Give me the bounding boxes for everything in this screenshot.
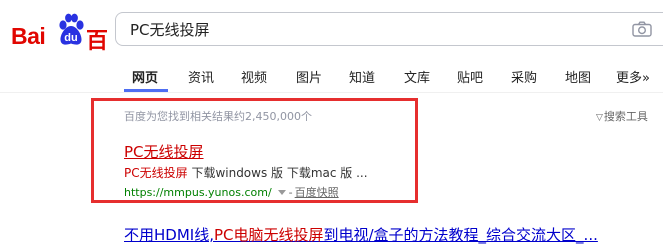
search-input[interactable]: [130, 17, 610, 41]
tab-map[interactable]: 地图: [565, 67, 591, 86]
result-url-row: https://mmpus.yunos.com/ - 百度快照: [124, 184, 339, 200]
tab-tieba[interactable]: 贴吧: [457, 67, 483, 86]
url-dropdown-icon[interactable]: [277, 190, 286, 195]
title-highlight: PC电脑无线投屏: [213, 226, 324, 244]
tab-video[interactable]: 视频: [241, 67, 267, 86]
title-part-2: 到电视/盒子的方法教程_综合交流大区_...: [323, 226, 598, 244]
camera-icon[interactable]: [632, 21, 652, 37]
result-url[interactable]: https://mmpus.yunos.com/: [124, 186, 272, 199]
funnel-icon: ▽: [596, 113, 603, 123]
cache-link[interactable]: 百度快照: [295, 186, 339, 199]
logo-latin-text: Bai: [11, 23, 46, 49]
title-part-1: 不用HDMI线,: [124, 226, 214, 244]
result-title-link-2[interactable]: 不用HDMI线,PC电脑无线投屏到电视/盒子的方法教程_综合交流大区_...: [124, 224, 598, 245]
search-box: [115, 12, 663, 46]
header: Bai du 百度: [0, 0, 663, 86]
tab-news[interactable]: 资讯: [188, 67, 214, 86]
tab-wenku[interactable]: 文库: [404, 67, 430, 86]
baidu-logo[interactable]: Bai du 百度: [11, 11, 115, 86]
url-separator: -: [288, 186, 293, 199]
result-snippet: PC无线投屏 下载windows 版 下载mac 版 ...: [124, 164, 368, 181]
result-count: 百度为您找到相关结果约2,450,000个: [124, 110, 312, 123]
tab-zhidao[interactable]: 知道: [349, 67, 375, 86]
snippet-highlight: PC无线投屏: [124, 166, 188, 180]
search-tools-button[interactable]: ▽搜索工具: [596, 108, 648, 124]
tab-more[interactable]: 更多»: [616, 67, 650, 86]
paw-icon: du: [59, 13, 84, 45]
active-tab-indicator: [124, 89, 168, 92]
tab-web[interactable]: 网页: [132, 67, 158, 86]
search-tabs: 网页 资讯 视频 图片 知道 文库 贴吧 采购 地图 更多»: [0, 58, 663, 93]
tab-purchase[interactable]: 采购: [511, 67, 537, 86]
snippet-text: 下载windows 版 下载mac 版 ...: [187, 166, 368, 180]
search-tools-label: 搜索工具: [603, 110, 648, 123]
result-title-link[interactable]: PC无线投屏: [124, 141, 204, 162]
tab-images[interactable]: 图片: [296, 67, 322, 86]
logo-paw-text: du: [64, 32, 77, 44]
